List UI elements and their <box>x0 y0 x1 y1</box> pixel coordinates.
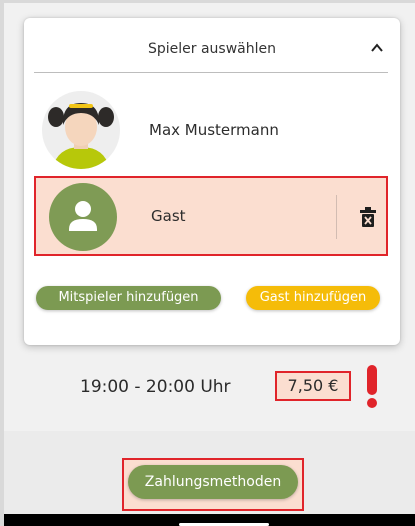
player-name: Gast <box>151 207 186 225</box>
booking-price: 7,50 € <box>275 371 351 401</box>
card-header[interactable]: Spieler auswählen <box>24 18 400 73</box>
app-screen: Spieler auswählen Max Mustermann Gast Mi… <box>4 3 415 526</box>
person-avatar-icon <box>49 183 117 251</box>
trash-icon[interactable] <box>359 206 377 228</box>
girl-avatar-icon <box>42 91 120 169</box>
payment-methods-button[interactable]: Zahlungsmethoden <box>128 465 298 499</box>
booking-time: 19:00 - 20:00 Uhr <box>80 377 231 397</box>
header-divider <box>34 72 388 73</box>
row-divider <box>336 195 337 239</box>
chevron-up-icon[interactable] <box>370 41 384 55</box>
player-name: Max Mustermann <box>149 121 279 139</box>
player-select-card: Spieler auswählen Max Mustermann Gast Mi… <box>24 18 400 345</box>
add-player-button[interactable]: Mitspieler hinzufügen <box>36 286 221 310</box>
exclamation-icon <box>367 365 377 408</box>
player-row-guest[interactable]: Gast <box>34 176 388 256</box>
add-guest-button[interactable]: Gast hinzufügen <box>246 286 380 310</box>
card-title: Spieler auswählen <box>147 41 276 57</box>
player-row-max[interactable]: Max Mustermann <box>34 90 388 170</box>
